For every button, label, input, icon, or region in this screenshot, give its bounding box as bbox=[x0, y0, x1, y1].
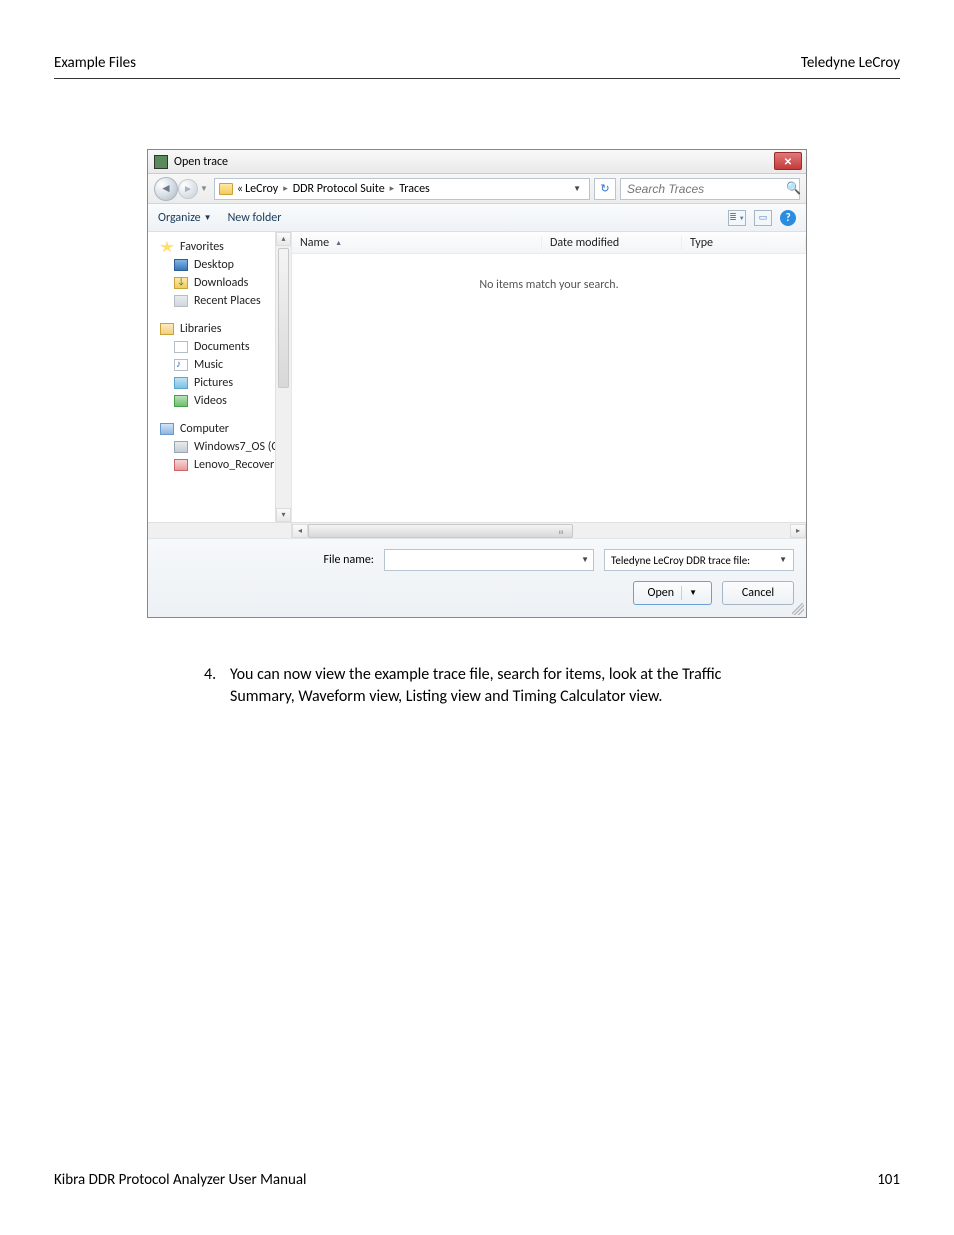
downloads-icon bbox=[174, 277, 188, 289]
breadcrumb-dropdown[interactable]: ▼ bbox=[569, 184, 585, 194]
footer-right: 101 bbox=[877, 1171, 900, 1189]
chevron-down-icon[interactable]: ▼ bbox=[581, 555, 589, 565]
view-mode-button[interactable]: ≣▼ bbox=[728, 210, 746, 226]
music-icon bbox=[174, 359, 188, 371]
computer-icon bbox=[160, 423, 174, 435]
empty-message: No items match your search. bbox=[292, 254, 806, 292]
videos-icon bbox=[174, 395, 188, 407]
bc-seg-traces[interactable]: Traces bbox=[399, 182, 430, 196]
column-header-type[interactable]: Type bbox=[682, 236, 806, 250]
hscroll-thumb[interactable] bbox=[308, 524, 573, 538]
file-name-label: File name: bbox=[323, 553, 374, 567]
scroll-up-icon[interactable]: ▴ bbox=[276, 232, 291, 246]
horizontal-scrollbar[interactable]: ◂ ııı ▸ bbox=[148, 522, 806, 538]
sidebar-item-desktop[interactable]: Desktop bbox=[156, 256, 291, 274]
footer-left: Kibra DDR Protocol Analyzer User Manual bbox=[54, 1171, 307, 1189]
scroll-left-icon[interactable]: ◂ bbox=[292, 524, 308, 538]
sidebar-item-recent-places[interactable]: Recent Places bbox=[156, 292, 291, 310]
resize-grip[interactable] bbox=[792, 603, 804, 615]
chevron-down-icon: ▼ bbox=[779, 555, 787, 565]
preview-pane-button[interactable]: ▭ bbox=[754, 210, 772, 226]
search-box[interactable]: 🔍 bbox=[620, 178, 800, 200]
organize-button[interactable]: Organize▼ bbox=[158, 211, 212, 225]
file-name-combobox[interactable]: ▼ bbox=[384, 549, 594, 571]
nav-recent-dropdown[interactable]: ▼ bbox=[200, 184, 208, 194]
page-header-left: Example Files bbox=[54, 54, 136, 72]
scroll-down-icon[interactable]: ▾ bbox=[276, 508, 291, 522]
chevron-right-icon: ▸ bbox=[283, 183, 288, 194]
page-header-right: Teledyne LeCroy bbox=[801, 54, 900, 72]
bc-prefix: « bbox=[237, 182, 243, 196]
search-icon: 🔍 bbox=[786, 181, 801, 196]
star-icon bbox=[160, 241, 174, 253]
dialog-title: Open trace bbox=[174, 155, 228, 169]
scroll-thumb[interactable] bbox=[278, 248, 289, 388]
instruction-step-4: 4.You can now view the example trace fil… bbox=[204, 664, 864, 707]
documents-icon bbox=[174, 341, 188, 353]
cancel-button[interactable]: Cancel bbox=[722, 581, 794, 605]
file-name-input[interactable] bbox=[389, 552, 581, 568]
scroll-right-icon[interactable]: ▸ bbox=[790, 524, 806, 538]
sidebar-item-videos[interactable]: Videos bbox=[156, 392, 291, 410]
sidebar-item-music[interactable]: Music bbox=[156, 356, 291, 374]
sidebar-item-computer[interactable]: Computer bbox=[156, 420, 291, 438]
sidebar-scrollbar[interactable]: ▴ ▾ bbox=[275, 232, 291, 522]
folder-icon bbox=[219, 183, 233, 195]
drive-icon bbox=[174, 441, 188, 453]
hscroll-mark: ııı bbox=[559, 527, 564, 536]
column-header-name[interactable]: Name ▲ bbox=[292, 236, 542, 250]
nav-back-button[interactable]: ◄ bbox=[154, 177, 178, 201]
help-icon[interactable]: ? bbox=[780, 210, 796, 226]
titlebar: Open trace ✕ bbox=[148, 150, 806, 174]
desktop-icon bbox=[174, 259, 188, 271]
new-folder-button[interactable]: New folder bbox=[228, 211, 282, 225]
sidebar-item-drive-recovery[interactable]: Lenovo_Recover▼ bbox=[156, 456, 291, 474]
app-icon bbox=[154, 155, 168, 169]
search-input[interactable] bbox=[625, 181, 786, 197]
column-header-date[interactable]: Date modified bbox=[542, 236, 682, 250]
open-trace-dialog: Open trace ✕ ◄ ► ▼ « LeCroy ▸ DDR Protoc… bbox=[147, 149, 807, 618]
recent-icon bbox=[174, 295, 188, 307]
pictures-icon bbox=[174, 377, 188, 389]
sidebar-item-pictures[interactable]: Pictures bbox=[156, 374, 291, 392]
chevron-right-icon: ▸ bbox=[390, 183, 395, 194]
sidebar-item-drive-c[interactable]: Windows7_OS (C bbox=[156, 438, 291, 456]
sidebar-item-downloads[interactable]: Downloads bbox=[156, 274, 291, 292]
libraries-icon bbox=[160, 323, 174, 335]
bc-seg-lecroy[interactable]: LeCroy bbox=[245, 182, 278, 196]
file-list-area: Name ▲ Date modified Type No items match… bbox=[292, 232, 806, 522]
refresh-button[interactable]: ↻ bbox=[594, 178, 616, 200]
nav-sidebar: Favorites Desktop Downloads Recent Place… bbox=[148, 232, 292, 522]
bc-seg-ddr[interactable]: DDR Protocol Suite bbox=[293, 182, 385, 196]
sort-asc-icon: ▲ bbox=[335, 238, 342, 247]
sidebar-item-libraries[interactable]: Libraries bbox=[156, 320, 291, 338]
sidebar-item-favorites[interactable]: Favorites bbox=[156, 238, 291, 256]
file-type-filter[interactable]: Teledyne LeCroy DDR trace file: ▼ bbox=[604, 549, 794, 571]
close-button[interactable]: ✕ bbox=[774, 152, 802, 170]
drive-icon bbox=[174, 459, 188, 471]
breadcrumb[interactable]: « LeCroy ▸ DDR Protocol Suite ▸ Traces ▼ bbox=[214, 178, 590, 200]
open-button[interactable]: Open▼ bbox=[633, 581, 712, 605]
nav-forward-button[interactable]: ► bbox=[178, 179, 198, 199]
sidebar-item-documents[interactable]: Documents bbox=[156, 338, 291, 356]
